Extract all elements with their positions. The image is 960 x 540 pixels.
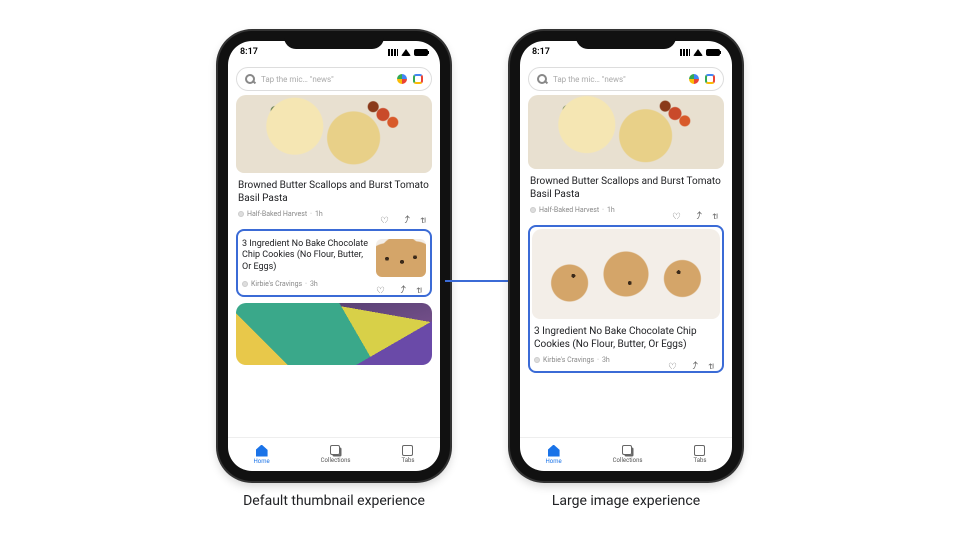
like-icon[interactable] [668, 355, 678, 365]
feed-card-pasta[interactable]: Browned Butter Scallops and Burst Tomato… [236, 95, 432, 223]
feed-card-next[interactable] [236, 303, 432, 365]
caption-right: Large image experience [552, 493, 700, 509]
card-thumb-cookies [376, 239, 426, 277]
card-menu-icon[interactable] [420, 209, 430, 219]
nav-home[interactable]: Home [546, 445, 562, 465]
mic-icon[interactable] [397, 74, 407, 84]
home-icon [548, 445, 560, 457]
arrow-icon [445, 280, 515, 282]
feed-card-cookies-large[interactable]: 3 Ingredient No Bake Chocolate Chip Cook… [532, 229, 720, 369]
lens-icon[interactable] [413, 74, 423, 84]
status-time: 8:17 [240, 47, 258, 57]
card-title: Browned Butter Scallops and Burst Tomato… [238, 179, 430, 205]
source-avatar-icon [530, 207, 536, 213]
mic-icon[interactable] [689, 74, 699, 84]
phone-frame: 8:17 Tap the mic… "news" Browned Butter … [510, 31, 742, 481]
card-title: 3 Ingredient No Bake Chocolate Chip Cook… [534, 325, 718, 351]
card-menu-icon[interactable] [712, 205, 722, 215]
phone-frame: 8:17 Tap the mic… "news" Browned Butter … [218, 31, 450, 481]
share-icon[interactable] [692, 205, 702, 215]
like-icon[interactable] [672, 205, 682, 215]
card-image-cookies [532, 229, 720, 319]
share-icon[interactable] [396, 279, 406, 289]
source-avatar-icon [242, 281, 248, 287]
home-icon [256, 445, 268, 457]
card-meta: Kirbie's Cravings · 3h [240, 279, 428, 293]
feed-card-pasta[interactable]: Browned Butter Scallops and Burst Tomato… [528, 95, 724, 219]
card-title: Browned Butter Scallops and Burst Tomato… [530, 175, 722, 201]
feed: Browned Butter Scallops and Burst Tomato… [520, 95, 732, 437]
card-title: 3 Ingredient No Bake Chocolate Chip Cook… [242, 239, 370, 273]
phone-screen: 8:17 Tap the mic… "news" Browned Butter … [520, 41, 732, 471]
card-image-pasta [528, 95, 724, 169]
nav-tabs[interactable]: Tabs [401, 445, 414, 464]
tabs-icon [694, 445, 705, 456]
battery-icon [414, 49, 428, 56]
bottom-nav: Home Collections Tabs [520, 437, 732, 471]
card-meta: Half-Baked Harvest · 1h [528, 205, 724, 219]
card-menu-icon[interactable] [708, 355, 718, 365]
source-avatar-icon [534, 357, 540, 363]
like-icon[interactable] [380, 209, 390, 219]
card-meta: Half-Baked Harvest · 1h [236, 209, 432, 223]
search-placeholder: Tap the mic… "news" [553, 75, 683, 84]
card-source: Kirbie's Cravings · 3h [242, 280, 318, 288]
battery-icon [706, 49, 720, 56]
card-meta: Kirbie's Cravings · 3h [532, 355, 720, 369]
search-icon [537, 74, 547, 84]
like-icon[interactable] [376, 279, 386, 289]
signal-icon [680, 49, 690, 56]
phone-notch [284, 31, 384, 49]
caption-left: Default thumbnail experience [243, 493, 425, 509]
phone-screen: 8:17 Tap the mic… "news" Browned Butter … [228, 41, 440, 471]
card-menu-icon[interactable] [416, 279, 426, 289]
phone-default-thumbnail: 8:17 Tap the mic… "news" Browned Butter … [218, 31, 450, 509]
nav-collections[interactable]: Collections [613, 446, 643, 464]
feed-card-cookies-compact[interactable]: 3 Ingredient No Bake Chocolate Chip Cook… [240, 233, 428, 293]
share-icon[interactable] [400, 209, 410, 219]
nav-tabs[interactable]: Tabs [693, 445, 706, 464]
card-source: Half-Baked Harvest · 1h [530, 206, 615, 214]
bottom-nav: Home Collections Tabs [228, 437, 440, 471]
signal-icon [388, 49, 398, 56]
highlighted-card: 3 Ingredient No Bake Chocolate Chip Cook… [528, 225, 724, 373]
nav-collections[interactable]: Collections [321, 446, 351, 464]
lens-icon[interactable] [705, 74, 715, 84]
wifi-icon [693, 49, 703, 56]
card-image-pasta [236, 95, 432, 173]
wifi-icon [401, 49, 411, 56]
collections-icon [622, 445, 632, 455]
card-source: Kirbie's Cravings · 3h [534, 356, 610, 364]
search-icon [245, 74, 255, 84]
phone-notch [576, 31, 676, 49]
search-placeholder: Tap the mic… "news" [261, 75, 391, 84]
tabs-icon [402, 445, 413, 456]
card-image-next [236, 303, 432, 365]
search-bar[interactable]: Tap the mic… "news" [236, 67, 432, 91]
nav-home[interactable]: Home [254, 445, 270, 465]
phone-large-image: 8:17 Tap the mic… "news" Browned Butter … [510, 31, 742, 509]
share-icon[interactable] [688, 355, 698, 365]
collections-icon [330, 445, 340, 455]
highlighted-card: 3 Ingredient No Bake Chocolate Chip Cook… [236, 229, 432, 297]
search-bar[interactable]: Tap the mic… "news" [528, 67, 724, 91]
status-time: 8:17 [532, 47, 550, 57]
source-avatar-icon [238, 211, 244, 217]
card-source: Half-Baked Harvest · 1h [238, 210, 323, 218]
feed: Browned Butter Scallops and Burst Tomato… [228, 95, 440, 437]
